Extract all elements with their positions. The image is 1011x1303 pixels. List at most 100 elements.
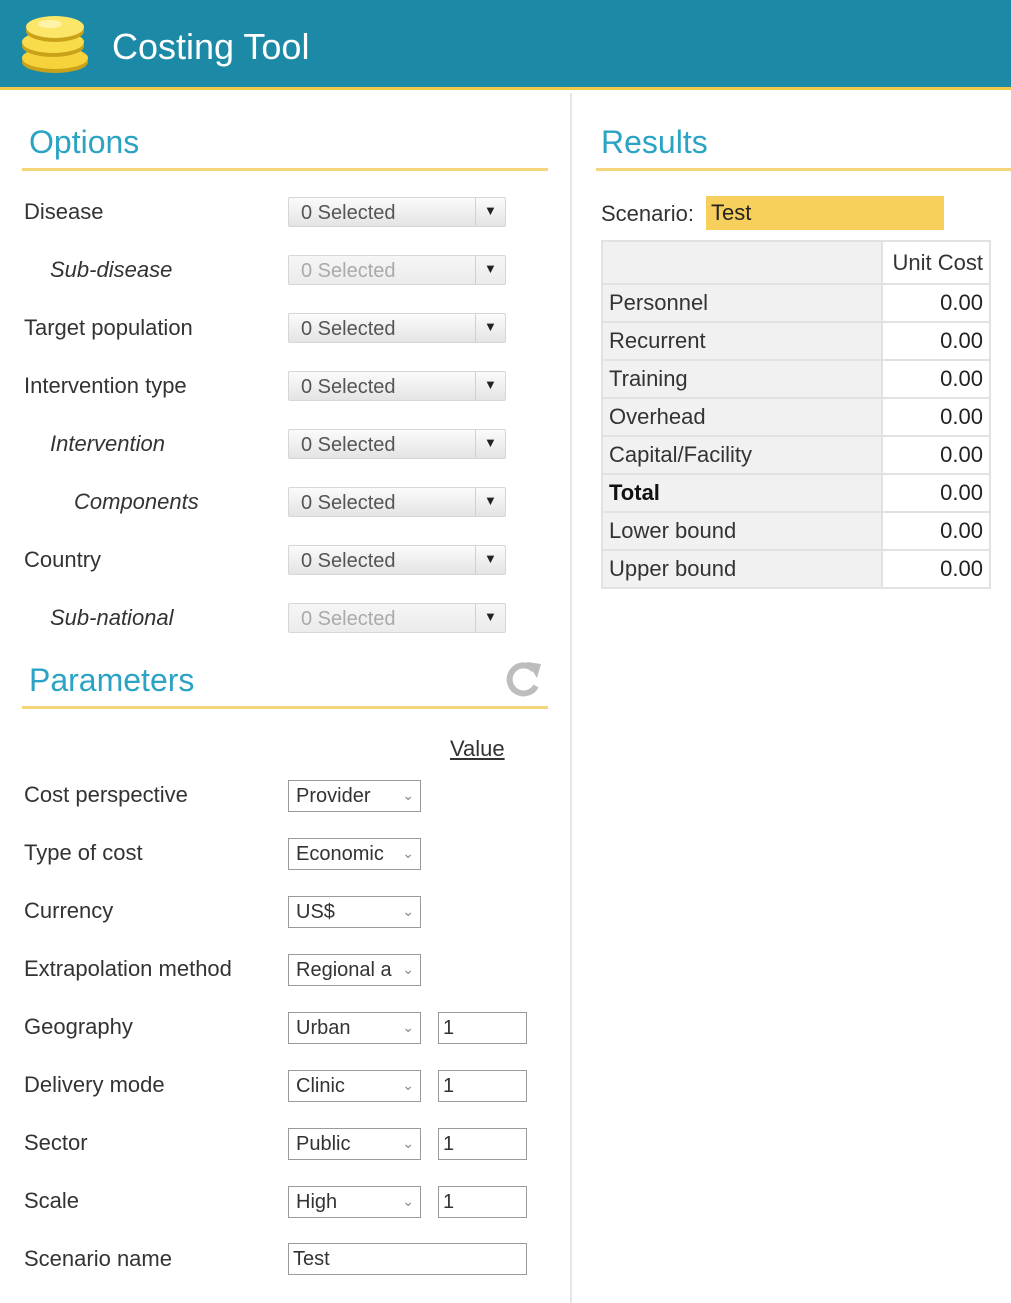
components-select[interactable]: 0 Selected ▼ — [288, 487, 506, 517]
app-title: Costing Tool — [112, 26, 310, 67]
caret-down-icon: ▼ — [484, 319, 497, 334]
results-table: Unit Cost Personnel 0.00 Recurrent 0.00 … — [601, 240, 991, 589]
components-label: Components — [74, 489, 199, 514]
results-rule — [596, 168, 1011, 171]
type-of-cost-value: Economic — [296, 843, 384, 865]
table-header-row: Unit Cost — [601, 240, 991, 285]
row-value: 0.00 — [881, 359, 991, 399]
disease-label: Disease — [24, 199, 104, 224]
caret-down-icon: ▼ — [484, 261, 497, 276]
scenario-name-label: Scenario name — [24, 1246, 172, 1271]
target-population-select-value: 0 Selected — [301, 318, 396, 340]
row-label: Training — [601, 359, 883, 399]
sub-national-select[interactable]: 0 Selected ▼ — [288, 603, 506, 633]
sector-label: Sector — [24, 1130, 88, 1155]
sub-national-dropdown-button[interactable]: ▼ — [475, 604, 505, 632]
row-label: Capital/Facility — [601, 435, 883, 475]
disease-select[interactable]: 0 Selected ▼ — [288, 197, 506, 227]
sector-value-input[interactable]: 1 — [438, 1128, 527, 1160]
table-row-total: Total 0.00 — [601, 473, 991, 513]
extrapolation-method-select[interactable]: Regional a ⌄ — [288, 954, 421, 986]
table-row: Lower bound 0.00 — [601, 511, 991, 551]
intervention-type-dropdown-button[interactable]: ▼ — [475, 372, 505, 400]
table-row: Personnel 0.00 — [601, 283, 991, 323]
scenario-label: Scenario: — [601, 201, 694, 226]
sub-disease-select-value: 0 Selected — [301, 260, 396, 282]
sub-national-select-value: 0 Selected — [301, 608, 396, 630]
app-header: Costing Tool — [0, 0, 1011, 90]
delivery-mode-select[interactable]: Clinic ⌄ — [288, 1070, 421, 1102]
table-row: Training 0.00 — [601, 359, 991, 399]
sector-select[interactable]: Public ⌄ — [288, 1128, 421, 1160]
caret-down-icon: ▼ — [484, 203, 497, 218]
sub-disease-label: Sub-disease — [50, 257, 173, 282]
options-rule — [22, 168, 548, 171]
row-value: 0.00 — [881, 321, 991, 361]
geography-value: Urban — [296, 1017, 351, 1039]
caret-down-icon: ▼ — [484, 435, 497, 450]
scale-select[interactable]: High ⌄ — [288, 1186, 421, 1218]
row-value: 0.00 — [881, 473, 991, 513]
target-population-label: Target population — [24, 315, 193, 340]
currency-select[interactable]: US$ ⌄ — [288, 896, 421, 928]
refresh-icon[interactable] — [503, 660, 543, 700]
chevron-down-icon: ⌄ — [402, 1019, 414, 1035]
intervention-dropdown-button[interactable]: ▼ — [475, 430, 505, 458]
row-value: 0.00 — [881, 549, 991, 589]
scale-value: High — [296, 1191, 338, 1213]
target-population-dropdown-button[interactable]: ▼ — [475, 314, 505, 342]
intervention-label: Intervention — [50, 431, 165, 456]
type-of-cost-select[interactable]: Economic ⌄ — [288, 838, 421, 870]
country-select-value: 0 Selected — [301, 550, 396, 572]
chevron-down-icon: ⌄ — [402, 903, 414, 919]
intervention-type-label: Intervention type — [24, 373, 187, 398]
unit-cost-header: Unit Cost — [881, 240, 991, 285]
row-value: 0.00 — [881, 435, 991, 475]
row-label: Recurrent — [601, 321, 883, 361]
chevron-down-icon: ⌄ — [402, 1077, 414, 1093]
country-dropdown-button[interactable]: ▼ — [475, 546, 505, 574]
value-column-header: Value — [450, 736, 505, 761]
row-label: Total — [601, 473, 883, 513]
chevron-down-icon: ⌄ — [402, 845, 414, 861]
geography-label: Geography — [24, 1014, 133, 1039]
table-header-blank — [601, 240, 883, 285]
caret-down-icon: ▼ — [484, 609, 497, 624]
sub-disease-select[interactable]: 0 Selected ▼ — [288, 255, 506, 285]
geography-value-input[interactable]: 1 — [438, 1012, 527, 1044]
cost-perspective-select[interactable]: Provider ⌄ — [288, 780, 421, 812]
disease-dropdown-button[interactable]: ▼ — [475, 198, 505, 226]
caret-down-icon: ▼ — [484, 377, 497, 392]
row-value: 0.00 — [881, 397, 991, 437]
target-population-select[interactable]: 0 Selected ▼ — [288, 313, 506, 343]
delivery-mode-value-input[interactable]: 1 — [438, 1070, 527, 1102]
geography-select[interactable]: Urban ⌄ — [288, 1012, 421, 1044]
parameters-title: Parameters — [29, 662, 195, 698]
currency-label: Currency — [24, 898, 114, 923]
sub-disease-dropdown-button[interactable]: ▼ — [475, 256, 505, 284]
intervention-select[interactable]: 0 Selected ▼ — [288, 429, 506, 459]
caret-down-icon: ▼ — [484, 493, 497, 508]
components-select-value: 0 Selected — [301, 492, 396, 514]
sub-national-label: Sub-national — [50, 605, 174, 630]
extrapolation-method-value: Regional a — [296, 959, 392, 981]
options-title: Options — [29, 124, 140, 160]
country-label: Country — [24, 547, 102, 572]
row-label: Lower bound — [601, 511, 883, 551]
scale-value-input[interactable]: 1 — [438, 1186, 527, 1218]
type-of-cost-label: Type of cost — [24, 840, 143, 865]
components-dropdown-button[interactable]: ▼ — [475, 488, 505, 516]
chevron-down-icon: ⌄ — [402, 961, 414, 977]
intervention-type-select-value: 0 Selected — [301, 376, 396, 398]
scale-label: Scale — [24, 1188, 80, 1213]
panel-divider — [570, 93, 572, 1303]
scenario-name-input[interactable]: Test — [288, 1243, 527, 1275]
extrapolation-method-label: Extrapolation method — [24, 956, 232, 981]
row-label: Upper bound — [601, 549, 883, 589]
country-select[interactable]: 0 Selected ▼ — [288, 545, 506, 575]
intervention-type-select[interactable]: 0 Selected ▼ — [288, 371, 506, 401]
table-row: Overhead 0.00 — [601, 397, 991, 437]
table-row: Recurrent 0.00 — [601, 321, 991, 361]
cost-perspective-label: Cost perspective — [24, 782, 188, 807]
chevron-down-icon: ⌄ — [402, 1135, 414, 1151]
